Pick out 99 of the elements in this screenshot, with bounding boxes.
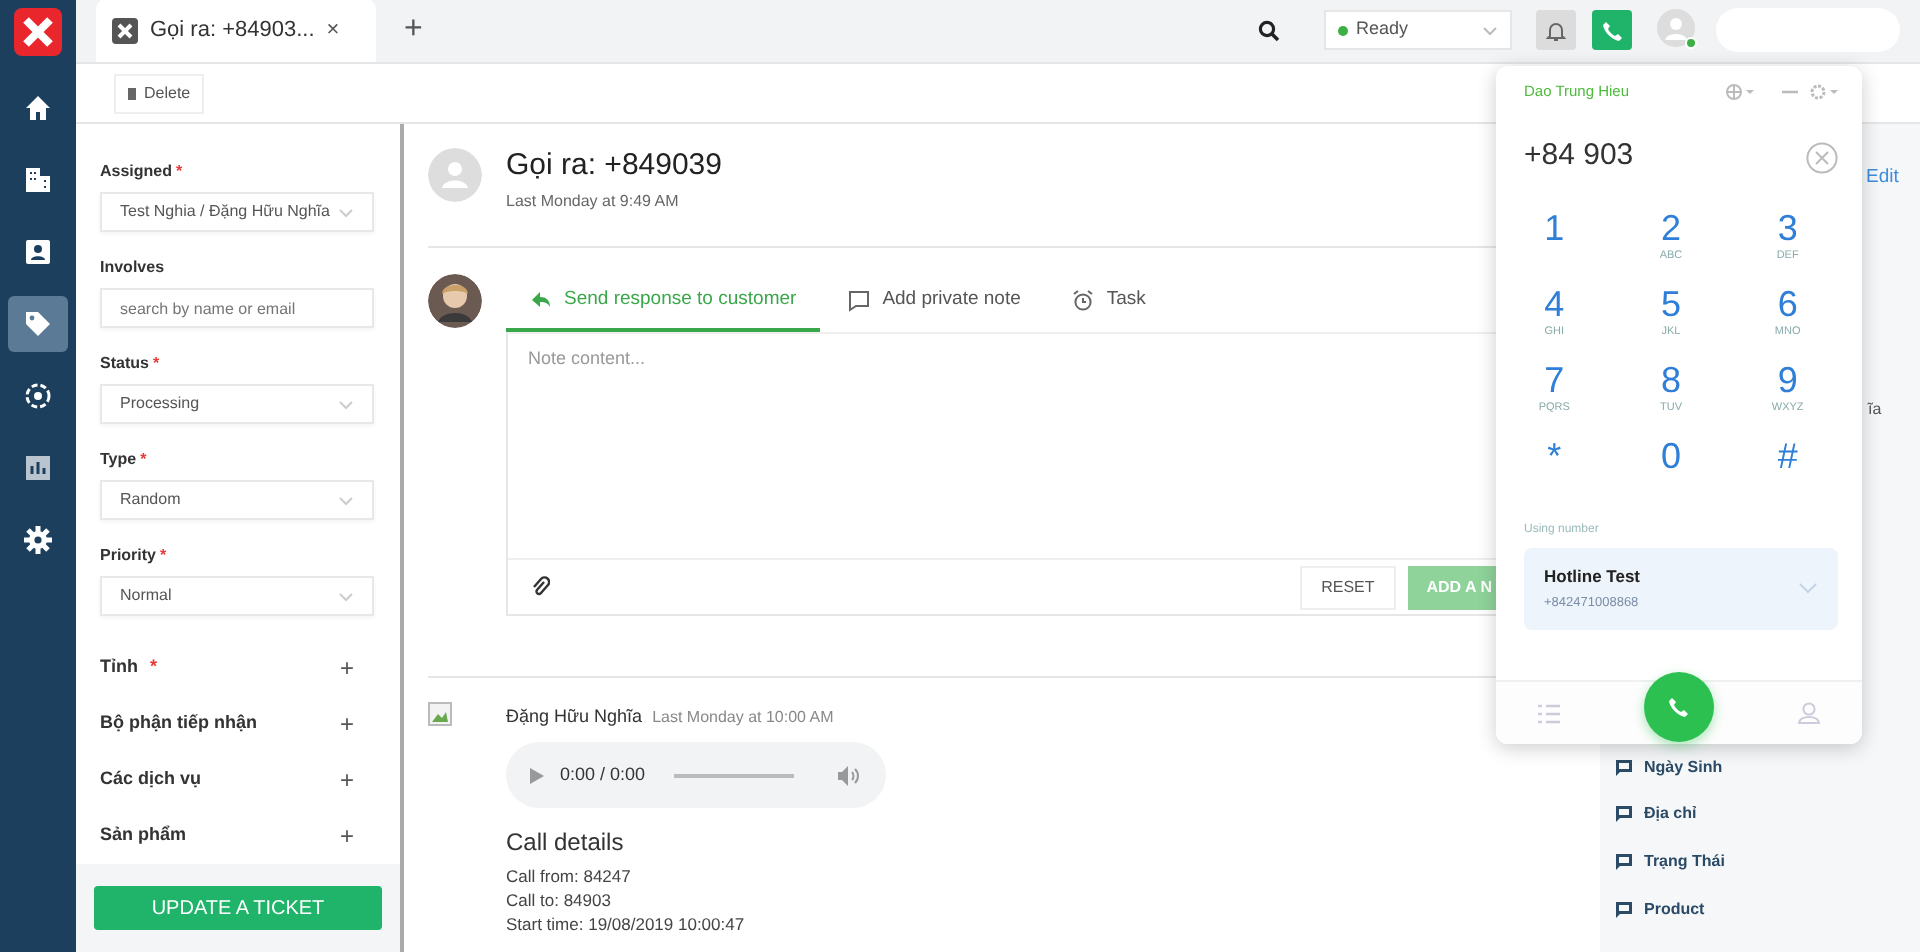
speech-bubble-icon	[848, 289, 871, 312]
tag-nav-button[interactable]	[8, 296, 68, 352]
contact-card-icon	[24, 238, 52, 266]
comment-icon	[1616, 759, 1632, 776]
select-field[interactable]: Normal	[100, 576, 374, 616]
select-field[interactable]: Processing	[100, 384, 374, 424]
field-label: Priority	[100, 546, 157, 564]
paperclip-icon[interactable]	[532, 576, 550, 599]
comment-icon	[1616, 853, 1632, 870]
phone-icon	[1601, 19, 1623, 41]
field-label: Type	[100, 450, 137, 468]
reset-button[interactable]: RESET	[1299, 565, 1397, 610]
call-detail-line: Call from: 84247	[506, 864, 633, 889]
required-mark: *	[176, 162, 183, 180]
expand-button[interactable]: +	[339, 650, 374, 686]
section-label: Tỉnh	[100, 656, 138, 677]
target-icon	[24, 382, 52, 410]
chevron-down-icon	[338, 207, 354, 217]
notification-button[interactable]	[1536, 10, 1576, 50]
settings-icon	[24, 526, 52, 554]
custom-field-label: Ngày Sinh	[1644, 755, 1723, 780]
status-value: Ready	[1356, 16, 1409, 43]
ticket-title: Gọi ra: +849039	[506, 148, 722, 184]
custom-field-label: Trạng Thái	[1644, 849, 1725, 874]
call-details-heading: Call details	[506, 826, 626, 861]
trash-icon	[128, 87, 136, 99]
select-field[interactable]: Test Nghia / Đặng Hữu Nghĩa	[100, 192, 374, 232]
chevron-down-icon	[338, 399, 354, 409]
composer-tab[interactable]: Task	[1048, 274, 1170, 333]
new-tab-button[interactable]: +	[404, 6, 423, 54]
expand-button[interactable]: +	[339, 818, 374, 854]
tag-icon	[24, 310, 52, 338]
keypad-key[interactable]: *	[1496, 435, 1613, 506]
comment-icon	[1616, 901, 1632, 918]
chevron-down-icon	[1798, 582, 1818, 595]
chart-icon	[24, 454, 52, 482]
logo-icon[interactable]	[14, 8, 62, 56]
line-name: Hotline Test	[1544, 563, 1643, 589]
phone-icon	[1668, 696, 1690, 718]
call-detail-line: Start time: 19/08/2019 10:00:47	[506, 912, 747, 937]
chevron-down-icon	[338, 591, 354, 601]
required-mark: *	[140, 450, 147, 468]
user-avatar-icon[interactable]	[1656, 8, 1700, 52]
comment-icon	[1616, 806, 1632, 823]
field-text: ĩa	[1868, 398, 1882, 422]
input-field[interactable]: search by name or email	[100, 288, 374, 328]
dial-button[interactable]	[1644, 672, 1714, 742]
bell-icon	[1546, 19, 1566, 41]
required-mark: *	[160, 546, 167, 564]
section-label: Sản phẩm	[100, 824, 187, 845]
composer-tab[interactable]: Add private note	[824, 274, 1045, 333]
contact-icon[interactable]	[1798, 702, 1820, 724]
field-label: Involves	[100, 258, 165, 276]
call-list-icon[interactable]	[1538, 703, 1560, 723]
expand-button[interactable]: +	[339, 706, 374, 742]
search-button[interactable]	[1258, 19, 1280, 41]
seek-bar[interactable]	[673, 773, 794, 778]
chevron-down-icon	[338, 495, 354, 505]
expand-button[interactable]: +	[339, 762, 374, 798]
home-icon	[24, 94, 52, 122]
play-icon[interactable]	[530, 767, 544, 784]
agent-status-select[interactable]: Ready	[1324, 10, 1512, 50]
author-name: Đặng Hữu Nghĩa	[506, 706, 643, 727]
keypad-key[interactable]: 0	[1612, 435, 1730, 506]
audio-player[interactable]: 0:00 / 0:00	[506, 742, 886, 809]
broken-image-icon	[428, 702, 452, 727]
browser-tab[interactable]: Gọi ra: +84903... ×	[96, 0, 376, 62]
activity-time: Last Monday at 10:00 AM	[652, 708, 834, 727]
required-mark: *	[152, 354, 160, 372]
avatar-icon	[428, 148, 482, 202]
select-field[interactable]: Random	[100, 480, 374, 520]
reply-icon	[530, 289, 552, 312]
keypad-key[interactable]: 1	[1496, 207, 1613, 278]
settings-icon[interactable]	[1810, 83, 1838, 100]
field-label: Status	[100, 354, 149, 372]
note-editor[interactable]: Note content... RESET ADD A N	[506, 334, 1502, 617]
search-icon	[1258, 19, 1280, 41]
section-label: Các dịch vụ	[100, 768, 202, 789]
close-tab-button[interactable]: ×	[326, 13, 340, 47]
tab-title: Gọi ra: +84903...	[150, 15, 315, 46]
building-icon	[24, 166, 52, 194]
app-icon	[112, 17, 138, 43]
delete-button[interactable]: Delete	[114, 73, 205, 113]
chevron-down-icon	[1482, 25, 1498, 35]
keypad-key[interactable]: #	[1729, 435, 1846, 506]
section-label: Bộ phận tiếp nhận	[100, 712, 257, 733]
volume-icon[interactable]	[837, 765, 860, 786]
player-time: 0:00 / 0:00	[560, 762, 646, 788]
clear-icon[interactable]	[1806, 141, 1838, 173]
required-mark: *	[150, 656, 158, 677]
alarm-clock-icon	[1072, 289, 1095, 312]
field-label: Assigned	[100, 162, 173, 180]
globe-icon[interactable]	[1726, 83, 1754, 100]
call-button[interactable]	[1592, 10, 1632, 50]
ticket-time: Last Monday at 9:49 AM	[506, 190, 681, 214]
custom-field-label: Product	[1644, 897, 1705, 922]
call-detail-line: Call to: 84903	[506, 888, 613, 913]
user-avatar	[428, 274, 482, 328]
custom-field-label: Địa chỉ	[1644, 802, 1697, 827]
